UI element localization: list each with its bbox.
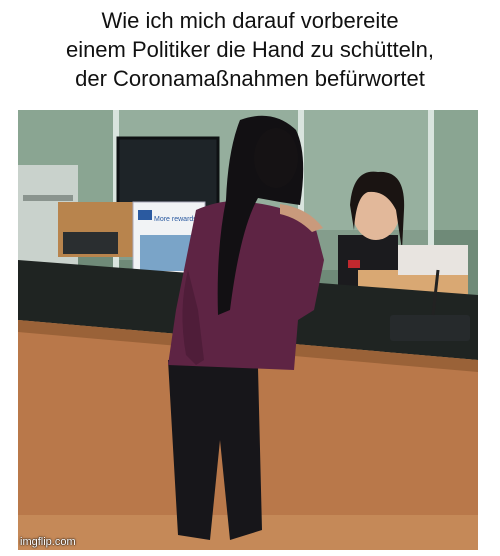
card-reader-right bbox=[390, 315, 470, 341]
paper-stack bbox=[398, 245, 468, 275]
teller-badge bbox=[348, 260, 360, 268]
imgflip-watermark: imgflip.com bbox=[20, 536, 76, 548]
caption-line-2: einem Politiker die Hand zu schütteln, bbox=[65, 37, 435, 62]
sign-text: More rewards bbox=[154, 216, 197, 223]
meme-photo: More rewards imgflip.com bbox=[18, 110, 478, 550]
woman-head bbox=[254, 128, 298, 188]
meme-caption: Wie ich mich darauf vorbereite einem Pol… bbox=[0, 6, 500, 93]
card-reader-left bbox=[63, 232, 118, 254]
bank-counter-scene: More rewards bbox=[18, 110, 478, 550]
computer-monitor bbox=[116, 136, 220, 212]
caption-line-3: der Coronamaßnahmen befürwortet bbox=[75, 66, 425, 91]
caption-line-1: Wie ich mich darauf vorbereite bbox=[101, 8, 399, 33]
sign-logo bbox=[138, 210, 152, 220]
shelf-line bbox=[23, 195, 73, 201]
